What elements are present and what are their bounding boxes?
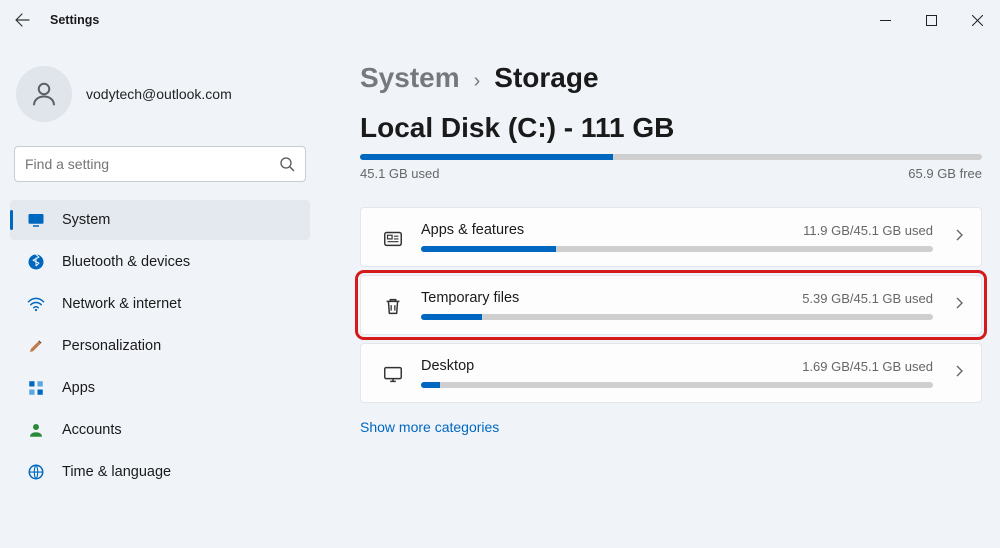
close-icon [972,15,983,26]
nav-label: System [62,212,110,228]
window-title: Settings [44,13,99,27]
avatar [16,66,72,122]
back-button[interactable] [0,0,44,40]
search-input[interactable] [25,156,271,172]
nav-list: System Bluetooth & devices Network & int… [10,200,310,492]
account-block[interactable]: vodytech@outlook.com [10,58,310,146]
breadcrumb: System › Storage [360,62,982,94]
breadcrumb-parent[interactable]: System [360,62,460,94]
search-box[interactable] [14,146,306,182]
category-name: Temporary files [421,290,519,306]
back-icon [14,12,30,28]
chevron-right-icon [953,228,965,246]
chevron-right-icon [953,364,965,382]
disk-stats: 45.1 GB used 65.9 GB free [360,166,982,181]
category-bar [421,382,933,388]
nav-item-system[interactable]: System [10,200,310,240]
breadcrumb-current: Storage [494,62,598,94]
category-usage: 1.69 GB/45.1 GB used [802,359,933,374]
category-temporary-files[interactable]: Temporary files 5.39 GB/45.1 GB used [360,275,982,335]
nav-item-personalization[interactable]: Personalization [10,326,310,366]
globe-icon [26,462,46,482]
chevron-right-icon: › [474,70,481,93]
search-icon [279,156,295,177]
category-apps-features[interactable]: Apps & features 11.9 GB/45.1 GB used [360,207,982,267]
category-bar [421,314,933,320]
nav-label: Accounts [62,422,122,438]
category-name: Desktop [421,358,474,374]
disk-usage-fill [360,154,613,160]
brush-icon [26,336,46,356]
titlebar: Settings [0,0,1000,40]
nav-item-apps[interactable]: Apps [10,368,310,408]
nav-label: Time & language [62,464,171,480]
accounts-icon [26,420,46,440]
nav-label: Network & internet [62,296,181,312]
minimize-button[interactable] [862,4,908,36]
trash-icon [381,294,405,318]
nav-item-accounts[interactable]: Accounts [10,410,310,450]
bluetooth-icon [26,252,46,272]
maximize-button[interactable] [908,4,954,36]
chevron-right-icon [953,296,965,314]
nav-label: Personalization [62,338,161,354]
nav-item-network[interactable]: Network & internet [10,284,310,324]
nav-label: Bluetooth & devices [62,254,190,270]
disk-used-label: 45.1 GB used [360,166,440,181]
disk-free-label: 65.9 GB free [908,166,982,181]
monitor-icon [26,210,46,230]
account-email: vodytech@outlook.com [86,86,232,102]
category-name: Apps & features [421,222,524,238]
category-list: Apps & features 11.9 GB/45.1 GB used Tem… [360,207,982,403]
category-bar-fill [421,314,482,320]
nav-label: Apps [62,380,95,396]
disk-usage-bar [360,154,982,160]
category-desktop[interactable]: Desktop 1.69 GB/45.1 GB used [360,343,982,403]
close-button[interactable] [954,4,1000,36]
nav-item-bluetooth[interactable]: Bluetooth & devices [10,242,310,282]
window-controls [862,4,1000,36]
category-usage: 5.39 GB/45.1 GB used [802,291,933,306]
apps-features-icon [381,226,405,250]
category-bar-fill [421,246,556,252]
sidebar: vodytech@outlook.com System Bluetooth & … [0,50,320,548]
category-bar [421,246,933,252]
wifi-icon [26,294,46,314]
main-content: System › Storage Local Disk (C:) - 111 G… [360,62,982,548]
person-icon [29,79,59,109]
grid-icon [26,378,46,398]
disk-title: Local Disk (C:) - 111 GB [360,112,982,144]
category-bar-fill [421,382,440,388]
minimize-icon [880,15,891,26]
maximize-icon [926,15,937,26]
show-more-link[interactable]: Show more categories [360,419,982,435]
desktop-icon [381,362,405,386]
nav-item-time[interactable]: Time & language [10,452,310,492]
category-usage: 11.9 GB/45.1 GB used [803,223,933,238]
